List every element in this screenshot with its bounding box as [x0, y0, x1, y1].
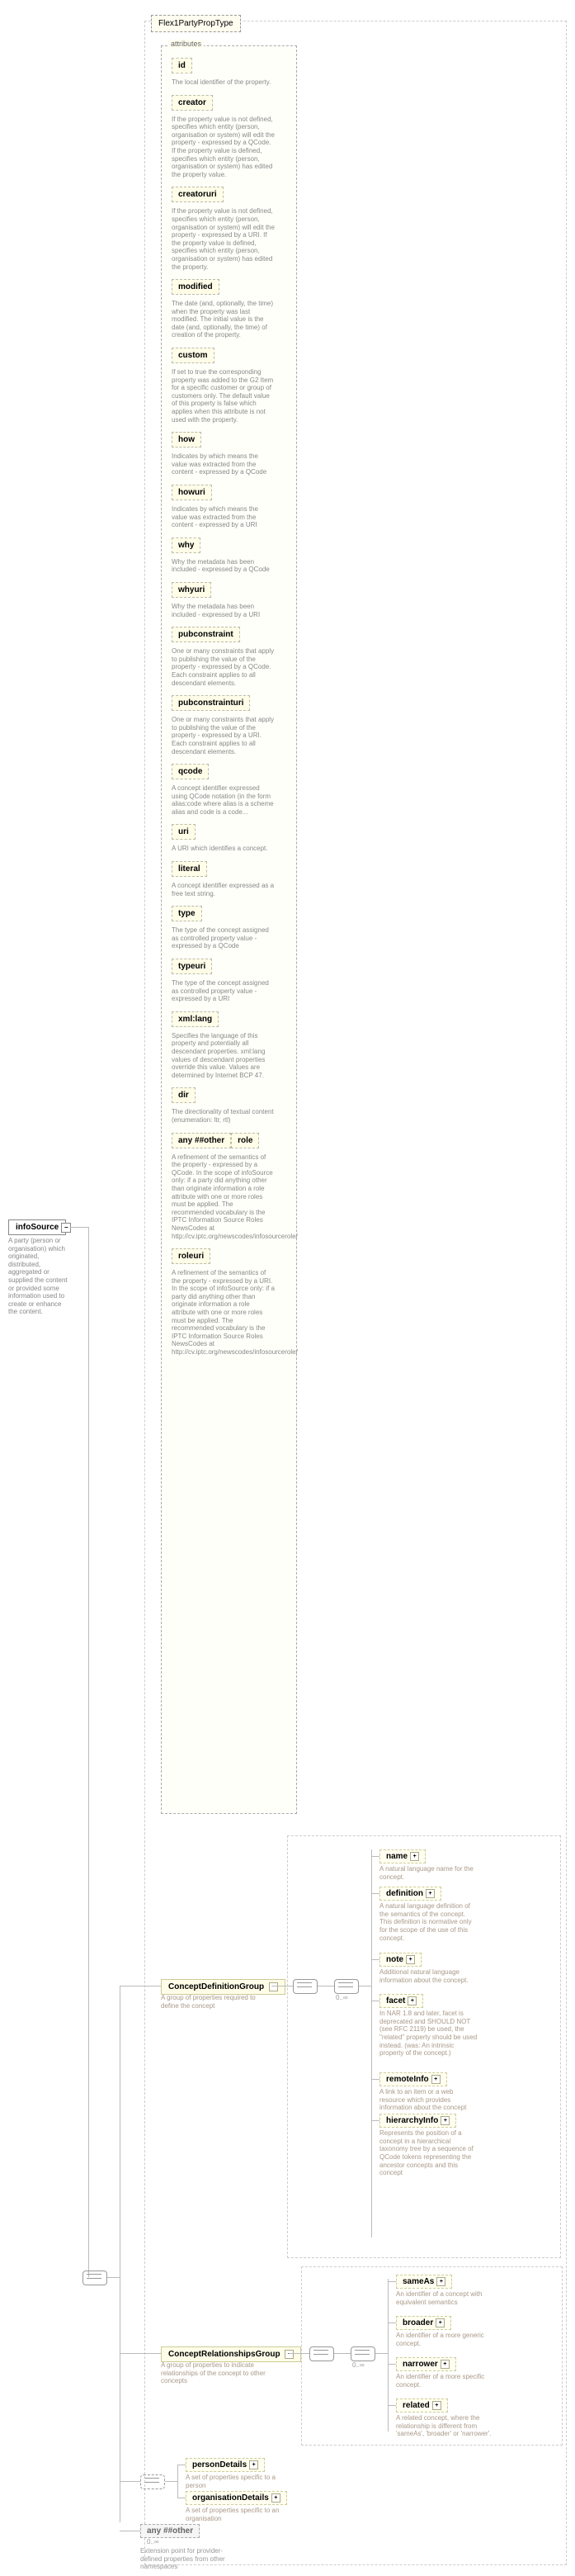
- elem-desc: An identifier of a more generic concept.: [396, 2332, 495, 2347]
- attr-typeuri: typeuri: [172, 959, 212, 974]
- elem-desc: In NAR 1.8 and later, facet is deprecate…: [379, 2010, 478, 2057]
- attr-pubconstrainturi: pubconstrainturi: [172, 695, 250, 711]
- sequence-connector: [82, 2271, 107, 2285]
- attr-modified: modified: [172, 279, 219, 295]
- attr-whyuri: whyuri: [172, 582, 211, 598]
- related-element: related+: [396, 2398, 448, 2413]
- note-element: note+: [379, 1953, 422, 1967]
- elem-desc: A link to an item or a web resource whic…: [379, 2088, 478, 2112]
- elem-desc: Additional natural language information …: [379, 1968, 478, 1984]
- expand-icon[interactable]: +: [436, 2318, 445, 2327]
- attr-anyother: any ##other: [172, 1133, 231, 1148]
- attr-desc: If set to true the corresponding propert…: [172, 368, 275, 424]
- expand-icon[interactable]: +: [441, 2116, 450, 2125]
- attr-desc: Indicates by which means the value was e…: [172, 505, 275, 529]
- infosource-element: infoSource −: [8, 1219, 66, 1235]
- attr-desc: A URI which identifies a concept.: [172, 845, 275, 853]
- definition-element: definition+: [379, 1887, 441, 1901]
- choice-connector: [140, 2474, 165, 2489]
- attr-desc: One or many constraints that apply to pu…: [172, 716, 275, 755]
- organisationdetails-element: organisationDetails+: [186, 2491, 287, 2505]
- attr-desc: A concept identifier expressed as a free…: [172, 882, 275, 897]
- attr-desc: If the property value is not defined, sp…: [172, 116, 275, 179]
- attr-desc: One or many constraints that apply to pu…: [172, 647, 275, 687]
- facet-element: facet+: [379, 1994, 423, 2008]
- attr-how: how: [172, 432, 201, 447]
- attr-desc: Specifies the language of this property …: [172, 1032, 275, 1080]
- attr-dir: dir: [172, 1087, 196, 1103]
- expand-icon[interactable]: +: [249, 2460, 258, 2469]
- concept-relationships-group: ConceptRelationshipsGroup −: [161, 2346, 301, 2362]
- attr-custom: custom: [172, 348, 214, 363]
- attr-creator: creator: [172, 95, 213, 111]
- attr-desc: The type of the concept assigned as cont…: [172, 926, 275, 950]
- attributes-label: attributes: [168, 40, 204, 48]
- sequence-connector: [334, 1979, 359, 1994]
- elem-desc: A natural language definition of the sem…: [379, 1902, 478, 1942]
- cdg-desc: A group of properties required to define…: [161, 1994, 268, 2010]
- any-other-element: any ##other: [140, 2524, 200, 2538]
- sequence-connector: [293, 1979, 318, 1994]
- attr-desc: The date (and, optionally, the time) whe…: [172, 300, 275, 339]
- attr-desc: A concept identifier expressed using QCo…: [172, 784, 275, 816]
- elem-desc: A set of properties specific to an organ…: [186, 2507, 285, 2522]
- expand-icon[interactable]: +: [408, 1996, 417, 2005]
- attr-desc: The local identifier of the property.: [172, 78, 275, 87]
- attr-desc: A refinement of the semantics of the pro…: [172, 1269, 275, 1357]
- attr-howuri: howuri: [172, 485, 212, 500]
- narrower-element: narrower+: [396, 2357, 456, 2371]
- hierarchyinfo-element: hierarchyInfo+: [379, 2114, 456, 2128]
- expand-icon[interactable]: +: [431, 2075, 441, 2084]
- attr-desc: A refinement of the semantics of the pro…: [172, 1153, 275, 1241]
- expand-icon[interactable]: +: [432, 2401, 441, 2410]
- sequence-connector: [309, 2346, 334, 2361]
- broader-element: broader+: [396, 2316, 451, 2330]
- expand-icon[interactable]: +: [441, 2360, 450, 2369]
- attr-desc: Why the metadata has been included - exp…: [172, 603, 275, 618]
- sameas-element: sameAs+: [396, 2275, 452, 2289]
- elem-desc: A related concept, where the relationshi…: [396, 2414, 495, 2438]
- elem-desc: A set of properties specific to a person: [186, 2474, 285, 2489]
- name-element: name+: [379, 1849, 426, 1863]
- elem-desc: An identifier of a more specific concept…: [396, 2373, 495, 2389]
- elem-desc: Extension point for provider-defined pro…: [140, 2547, 239, 2571]
- concept-definition-group: ConceptDefinitionGroup −: [161, 1979, 285, 1995]
- cardinality: 0..∞: [147, 2538, 239, 2545]
- elem-desc: An identifier of a concept with equivale…: [396, 2290, 495, 2306]
- attr-literal: literal: [172, 861, 207, 877]
- attr-role: role: [231, 1133, 259, 1148]
- attr-desc: The directionality of textual content (e…: [172, 1108, 275, 1124]
- cardinality: 0..∞: [352, 2361, 365, 2369]
- attr-type: type: [172, 906, 202, 921]
- expand-icon[interactable]: +: [410, 1852, 419, 1861]
- persondetails-element: personDetails+: [186, 2458, 265, 2472]
- elem-desc: A natural language name for the concept.: [379, 1865, 478, 1881]
- attr-xmllang: xml:lang: [172, 1011, 219, 1027]
- attr-qcode: qcode: [172, 764, 209, 779]
- attr-uri: uri: [172, 824, 196, 840]
- attr-creatoruri: creatoruri: [172, 187, 224, 202]
- infosource-desc: A party (person or organisation) which o…: [8, 1237, 70, 1316]
- expand-icon[interactable]: +: [406, 1955, 415, 1964]
- crg-desc: A group of properties to indicate relati…: [161, 2361, 268, 2385]
- expand-icon[interactable]: +: [426, 1889, 435, 1898]
- attr-desc: If the property value is not defined, sp…: [172, 207, 275, 271]
- attr-desc: The type of the concept assigned as cont…: [172, 979, 275, 1003]
- attr-id: id: [172, 58, 192, 73]
- sequence-connector: [351, 2346, 375, 2361]
- attr-desc: Why the metadata has been included - exp…: [172, 558, 275, 574]
- remoteinfo-element: remoteInfo+: [379, 2072, 447, 2086]
- cardinality: 0..∞: [336, 1994, 348, 2001]
- attr-why: why: [172, 537, 200, 553]
- expand-icon[interactable]: +: [271, 2493, 280, 2503]
- attr-desc: Indicates by which means the value was e…: [172, 452, 275, 476]
- elem-desc: Represents the position of a concept in …: [379, 2129, 478, 2177]
- type-name: Flex1PartyPropType: [151, 15, 241, 32]
- attr-pubconstraint: pubconstraint: [172, 627, 240, 642]
- expand-icon[interactable]: +: [436, 2277, 445, 2286]
- attr-roleuri: roleuri: [172, 1248, 210, 1264]
